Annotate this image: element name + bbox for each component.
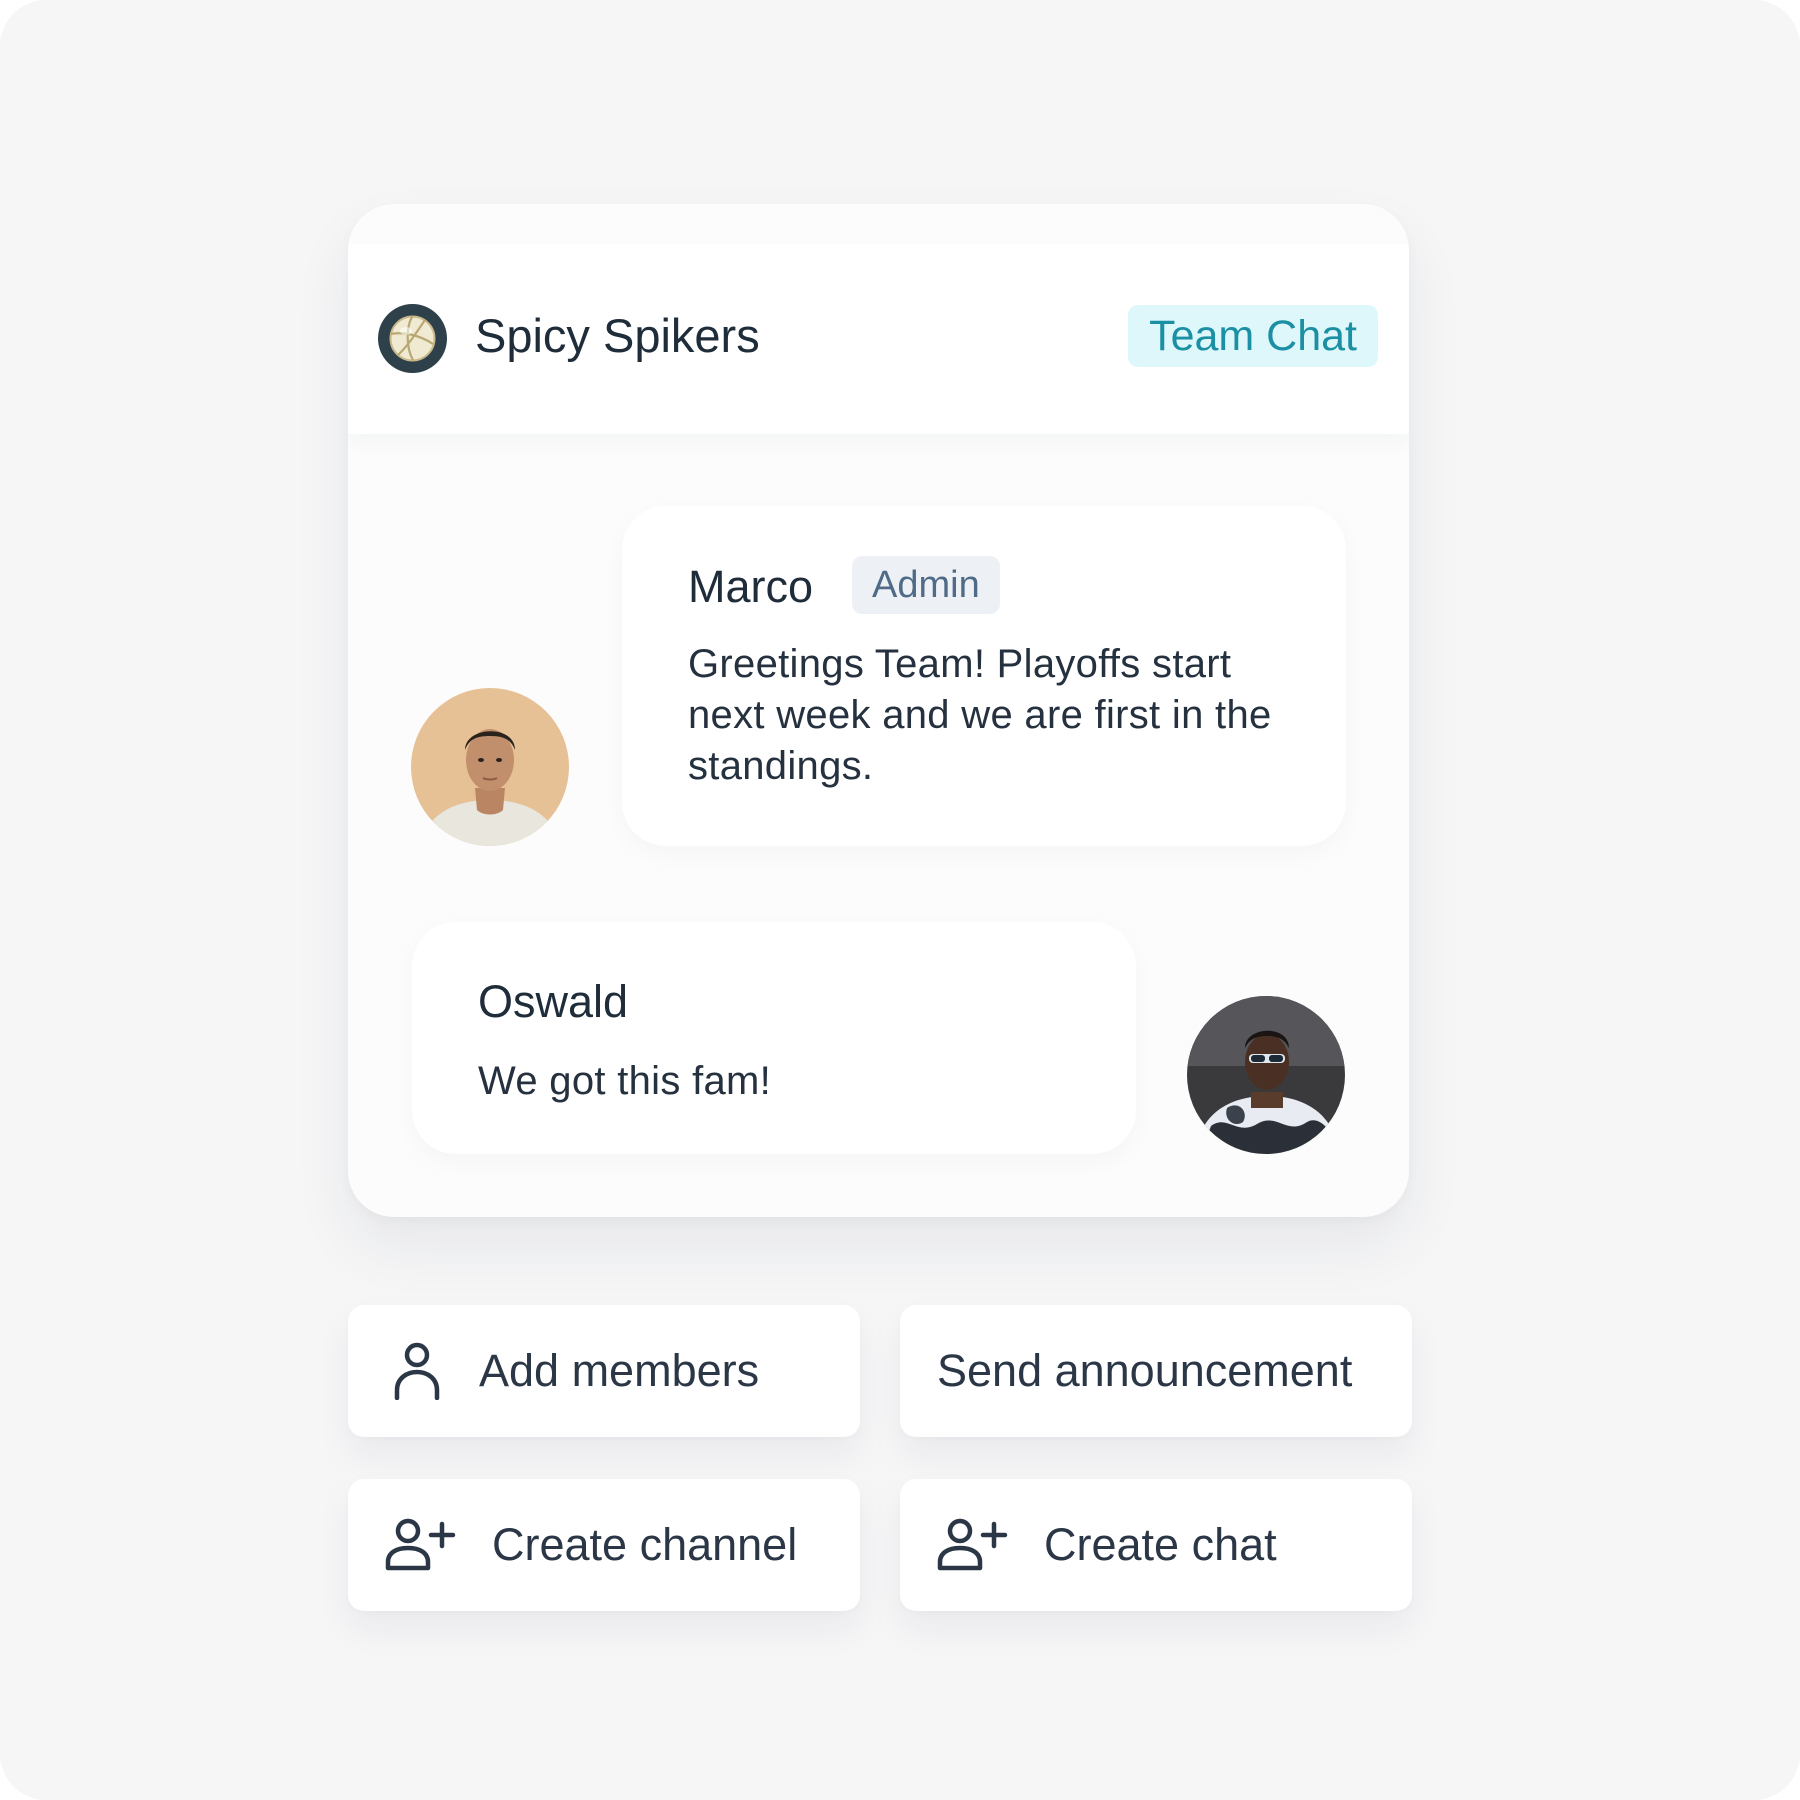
send-announcement-button[interactable]: Send announcement — [900, 1305, 1412, 1437]
message-bubble — [412, 922, 1136, 1154]
send-announcement-label: Send announcement — [937, 1345, 1353, 1396]
message-author: Marco — [688, 561, 814, 612]
team-chat-card: Spicy Spikers Team Chat Marco Admin Gree… — [348, 204, 1409, 1217]
volleyball-icon — [378, 304, 447, 373]
message-text: We got this fam! — [478, 1059, 772, 1103]
create-chat-button[interactable]: Create chat — [900, 1479, 1412, 1611]
create-channel-button[interactable]: Create channel — [348, 1479, 860, 1611]
canvas-background: Spicy Spikers Team Chat Marco Admin Gree… — [0, 0, 1800, 1800]
team-chat-badge: Team Chat — [1128, 305, 1378, 367]
team-name: Spicy Spikers — [475, 309, 760, 362]
create-channel-label: Create channel — [492, 1519, 798, 1570]
avatar[interactable] — [1187, 996, 1345, 1154]
add-members-label: Add members — [479, 1345, 760, 1396]
admin-badge: Admin — [852, 556, 1000, 614]
chat-header: Spicy Spikers Team Chat — [348, 244, 1409, 434]
message-text: Greetings Team! Playoffs start next week… — [688, 642, 1272, 788]
user-icon — [392, 1305, 442, 1437]
avatar[interactable] — [411, 688, 569, 846]
create-chat-label: Create chat — [1044, 1519, 1277, 1570]
user-plus-icon — [936, 1479, 1008, 1611]
message-author: Oswald — [478, 976, 629, 1027]
add-members-button[interactable]: Add members — [348, 1305, 860, 1437]
user-plus-icon — [384, 1479, 456, 1611]
